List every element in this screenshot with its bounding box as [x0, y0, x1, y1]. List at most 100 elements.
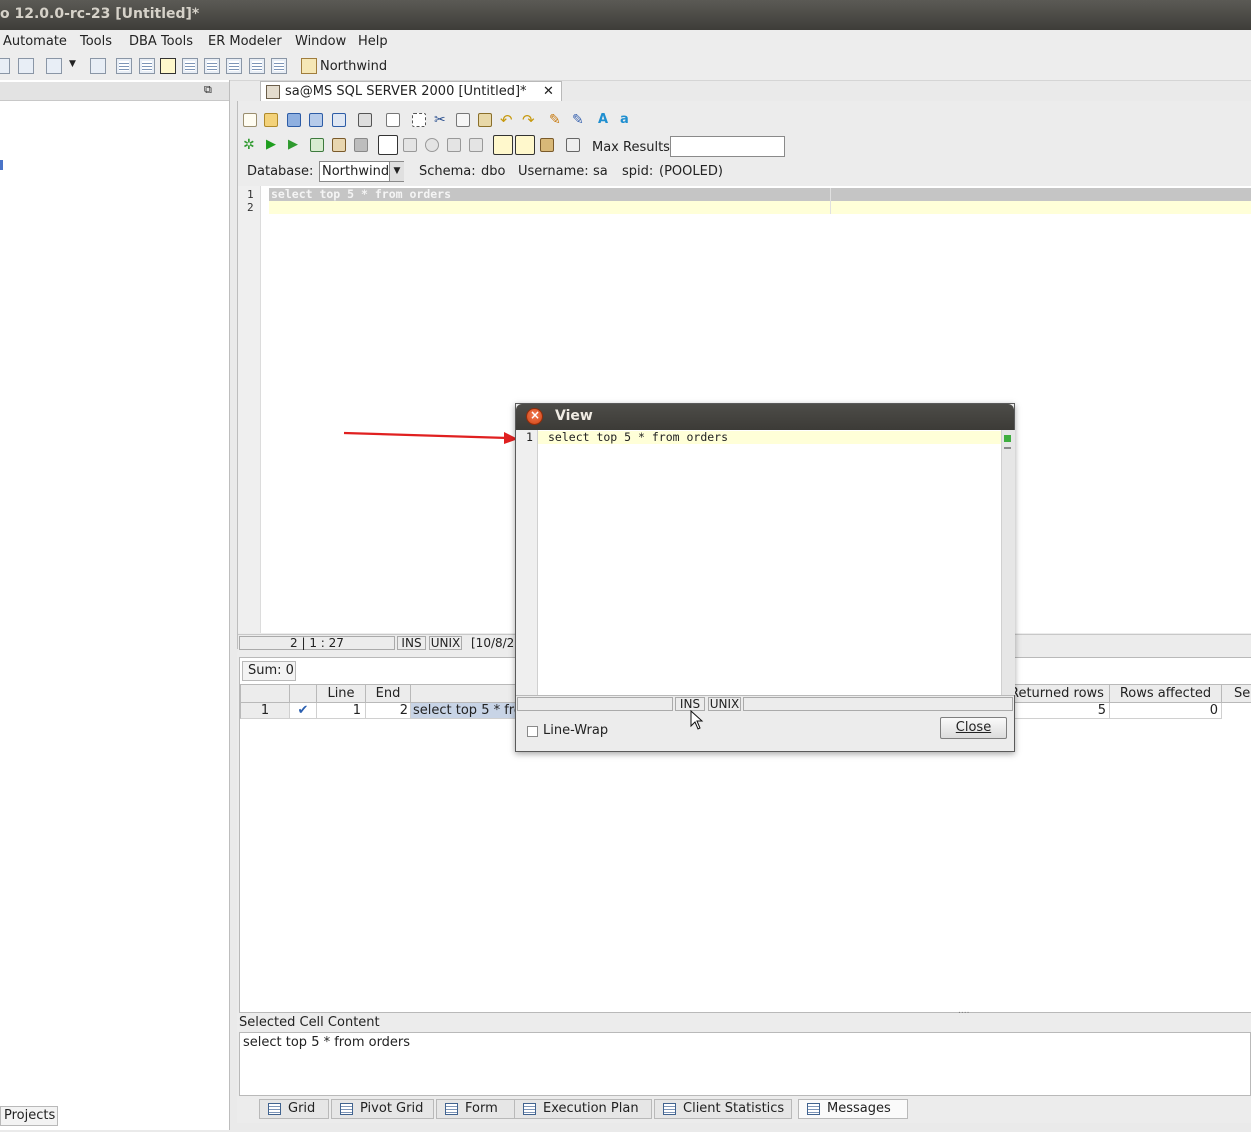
save-all-icon[interactable] — [332, 113, 346, 127]
print-sql-icon[interactable] — [358, 113, 372, 127]
execute-current-icon[interactable]: ▶ — [288, 138, 302, 152]
form-icon — [445, 1103, 458, 1115]
sql-file-icon[interactable] — [46, 58, 62, 74]
table-grid-icon[interactable] — [182, 58, 198, 74]
close-icon[interactable]: × — [526, 408, 543, 425]
document-tab[interactable]: sa@MS SQL SERVER 2000 [Untitled]* ✕ — [260, 81, 562, 101]
tab-execution-plan[interactable]: Execution Plan — [514, 1099, 652, 1119]
disconnect-icon[interactable] — [18, 58, 34, 74]
redo-icon[interactable]: ↷ — [522, 113, 536, 128]
row-affected-cell[interactable]: 0 — [1110, 703, 1222, 719]
execute-explain-icon[interactable] — [332, 138, 346, 152]
cut-icon[interactable]: ✂ — [434, 113, 448, 127]
menu-dba-tools[interactable]: DBA Tools — [129, 34, 193, 49]
execute-to-file-icon[interactable] — [310, 138, 324, 152]
rollback-icon[interactable] — [425, 138, 439, 152]
close-button[interactable]: Close — [940, 717, 1007, 739]
history-icon[interactable] — [447, 138, 461, 152]
results-in-text-icon[interactable] — [540, 138, 554, 152]
selected-cell-label: Selected Cell Content — [239, 1015, 380, 1030]
undo-icon[interactable]: ↶ — [500, 113, 514, 128]
bookmark-icon[interactable] — [469, 138, 483, 152]
chevron-down-icon[interactable]: ▼ — [389, 162, 404, 181]
execute-icon[interactable]: ▶ — [266, 138, 280, 152]
form-view-icon[interactable] — [139, 58, 155, 74]
paste-icon[interactable] — [478, 113, 492, 127]
unformat-sql-icon[interactable]: ✎ — [572, 113, 586, 127]
connection-label[interactable]: Northwind — [320, 59, 387, 74]
header-returned-rows-label: Returned rows — [1010, 686, 1104, 701]
close-tab-icon[interactable]: ✕ — [543, 82, 554, 102]
copy-icon[interactable] — [456, 113, 470, 127]
database-select[interactable]: Northwind ▼ — [319, 161, 404, 182]
tab-grid[interactable]: Grid — [259, 1099, 329, 1119]
header-rows-affected[interactable]: Rows affected — [1110, 684, 1222, 703]
row-end-cell[interactable]: 2 — [366, 703, 411, 719]
tab-messages-label: Messages — [827, 1101, 891, 1116]
results-in-grid-icon[interactable] — [493, 135, 513, 155]
editor-line-1[interactable]: select top 5 * from orders — [271, 187, 451, 201]
tab-form[interactable]: Form — [436, 1099, 516, 1119]
menu-tools[interactable]: Tools — [80, 34, 112, 49]
commit-icon[interactable] — [403, 138, 417, 152]
page-setup-icon[interactable] — [386, 113, 400, 127]
connect-icon[interactable] — [0, 58, 10, 74]
view-dialog-content[interactable]: select top 5 * from orders — [548, 430, 728, 444]
stop-icon[interactable] — [354, 138, 368, 152]
line-wrap-checkbox[interactable] — [527, 726, 538, 737]
save-as-icon[interactable] — [309, 113, 323, 127]
selected-cell-content[interactable]: select top 5 * from orders — [239, 1032, 1251, 1096]
header-line[interactable]: Line — [317, 684, 366, 703]
tab-messages[interactable]: Messages — [798, 1099, 908, 1119]
format-sql-icon[interactable]: ✎ — [549, 113, 563, 127]
menu-automate[interactable]: Automate — [3, 34, 67, 49]
layout-icon[interactable] — [249, 58, 265, 74]
results-in-tabs-icon[interactable] — [515, 135, 535, 155]
new-file-icon[interactable] — [243, 113, 257, 127]
view-status-mode: INS — [675, 697, 705, 711]
execute-all-icon[interactable]: ✲ — [243, 138, 257, 152]
auto-commit-icon[interactable] — [378, 135, 398, 155]
database-select-value: Northwind — [322, 164, 390, 179]
menu-help[interactable]: Help — [358, 34, 388, 49]
restore-icon[interactable]: ⧉ — [204, 83, 212, 97]
header-sql[interactable] — [411, 684, 516, 703]
max-results-input[interactable] — [670, 136, 785, 157]
row-line-cell[interactable]: 1 — [317, 703, 366, 719]
margin-line — [830, 188, 831, 214]
header-returned-rows[interactable]: Returned rows — [1010, 684, 1110, 703]
row-sql-cell[interactable]: select top 5 * fro — [411, 703, 516, 719]
tab-client-statistics[interactable]: Client Statistics — [654, 1099, 792, 1119]
pivot-grid-icon — [340, 1103, 353, 1115]
row-returned-cell[interactable]: 5 — [1014, 703, 1110, 719]
tab-grid-label: Grid — [288, 1101, 316, 1116]
dropdown-arrow-icon[interactable]: ▼ — [69, 59, 76, 69]
list-view-icon[interactable] — [226, 58, 242, 74]
editor-gutter: 1 2 — [238, 186, 261, 633]
select-all-icon[interactable] — [412, 113, 426, 127]
save-icon[interactable] — [287, 113, 301, 127]
view-status-extra — [743, 697, 1013, 711]
line-marker-icon — [1004, 447, 1011, 449]
projects-tab[interactable]: Projects — [0, 1106, 58, 1126]
tab-pivot-grid[interactable]: Pivot Grid — [331, 1099, 434, 1119]
line-wrap-label[interactable]: Line-Wrap — [543, 723, 608, 738]
splitter-handle[interactable]: .... — [958, 1006, 969, 1016]
messages-icon — [807, 1103, 820, 1115]
row-number-cell[interactable]: 1 — [240, 703, 290, 719]
query-builder-icon[interactable] — [160, 58, 176, 74]
header-end[interactable]: End — [366, 684, 411, 703]
uppercase-icon[interactable]: A — [598, 113, 612, 127]
line-number: 1 — [247, 188, 254, 201]
chart-icon[interactable] — [271, 58, 287, 74]
pivot-icon[interactable] — [204, 58, 220, 74]
print-icon[interactable] — [90, 58, 106, 74]
menu-er-modeler[interactable]: ER Modeler — [208, 34, 282, 49]
grid-view-icon[interactable] — [116, 58, 132, 74]
result-options-icon[interactable] — [566, 138, 580, 152]
open-folder-icon[interactable] — [264, 113, 278, 127]
menu-window[interactable]: Window — [295, 34, 346, 49]
header-se[interactable]: Se — [1222, 684, 1251, 703]
lowercase-icon[interactable]: a — [620, 113, 634, 127]
view-dialog-editor[interactable] — [516, 430, 1014, 695]
